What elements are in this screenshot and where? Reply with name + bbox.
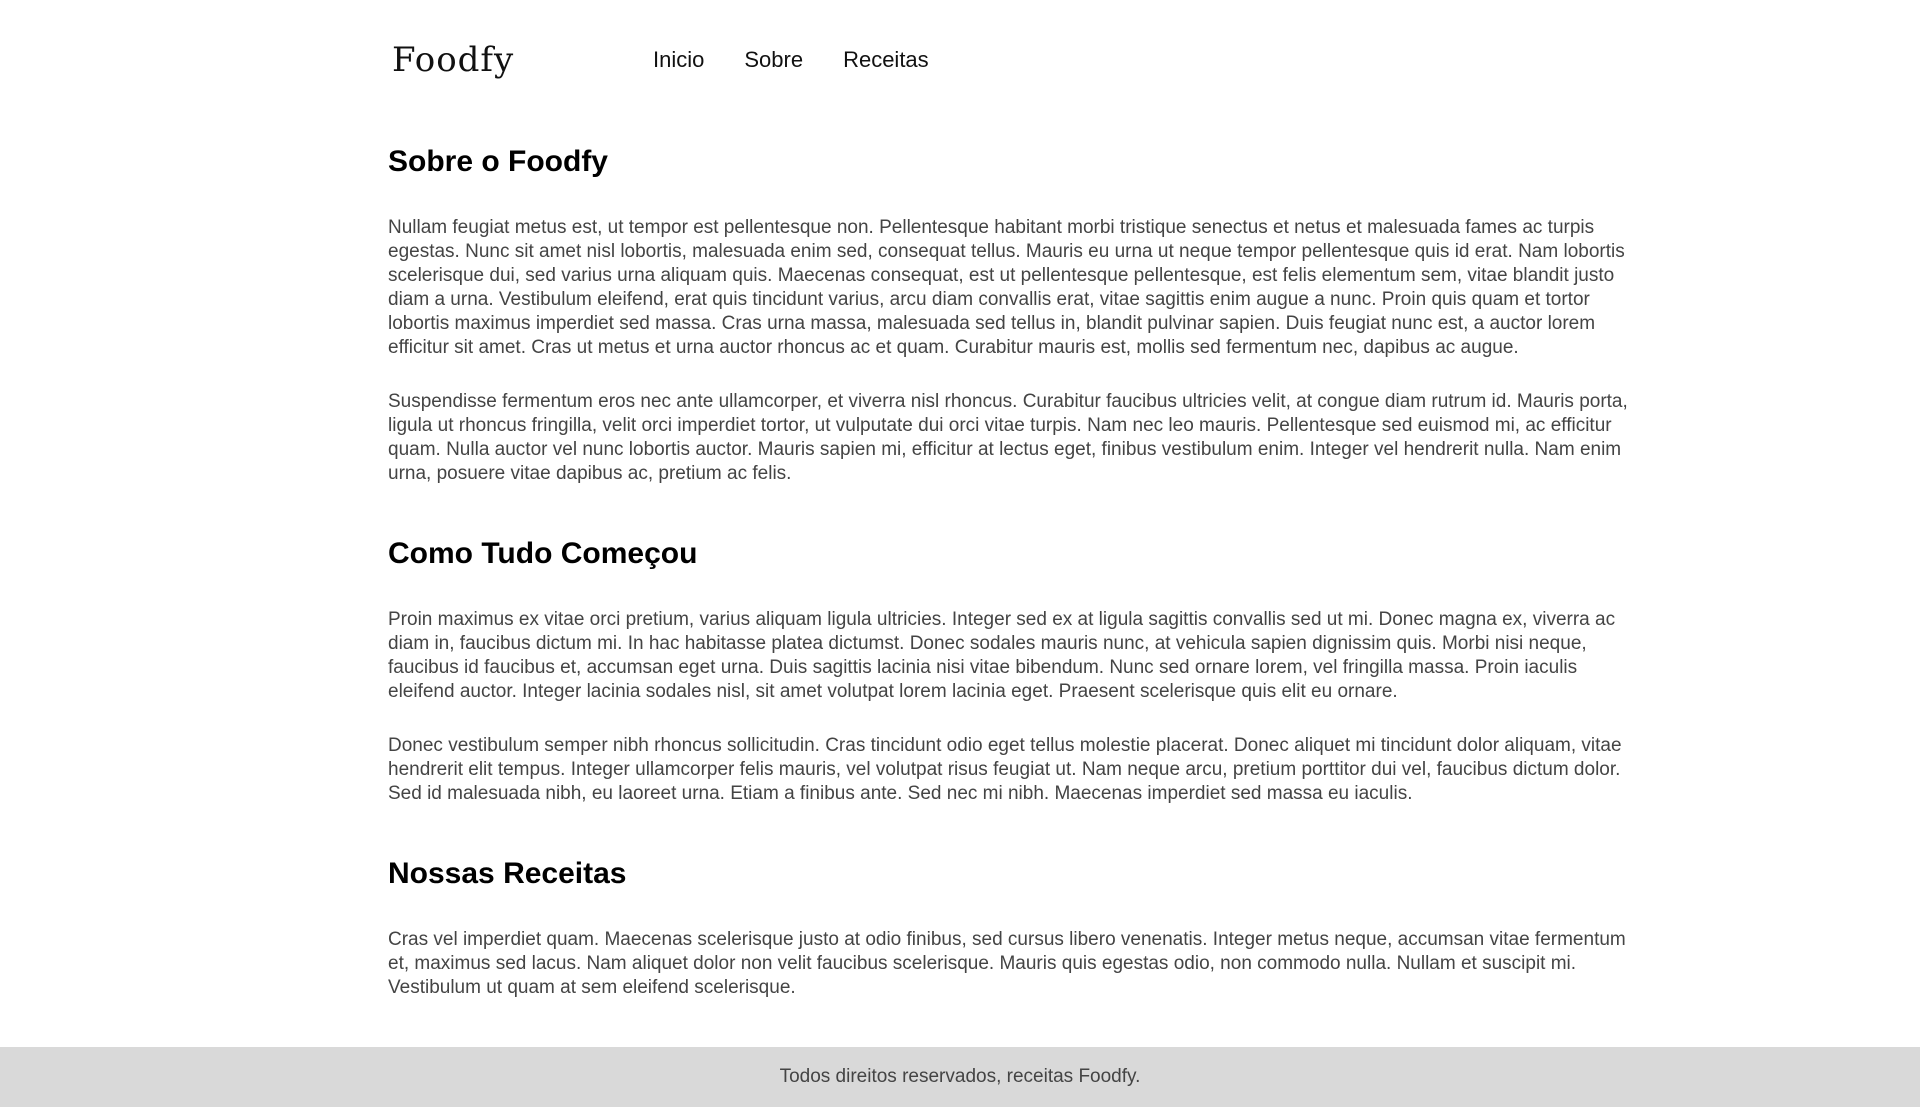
- site-logo[interactable]: Foodfy: [392, 36, 514, 84]
- nav-link-receitas[interactable]: Receitas: [843, 36, 929, 84]
- section-nossas-receitas: Nossas Receitas Cras vel imperdiet quam.…: [388, 850, 1638, 1000]
- section-como-tudo-comecou: Como Tudo Começou Proin maximus ex vitae…: [388, 530, 1638, 806]
- section-paragraph: Suspendisse fermentum eros nec ante ulla…: [388, 391, 1628, 484]
- section-title: Nossas Receitas: [388, 857, 627, 890]
- main-content: Sobre o Foodfy Nullam feugiat metus est,…: [388, 138, 1638, 1000]
- footer-text: Todos direitos reservados, receitas Food…: [779, 1066, 1141, 1087]
- section-title: Sobre o Foodfy: [388, 145, 608, 178]
- section-paragraph: Donec vestibulum semper nibh rhoncus sol…: [388, 735, 1622, 804]
- main-nav: Inicio Sobre Receitas: [653, 36, 969, 84]
- section-paragraph: Proin maximus ex vitae orci pretium, var…: [388, 609, 1616, 702]
- section-paragraph: Cras vel imperdiet quam. Maecenas sceler…: [388, 929, 1626, 998]
- site-footer: Todos direitos reservados, receitas Food…: [0, 1047, 1920, 1107]
- section-paragraph: Nullam feugiat metus est, ut tempor est …: [388, 217, 1625, 358]
- site-header: Foodfy Inicio Sobre Receitas: [392, 36, 1642, 88]
- section-title: Como Tudo Começou: [388, 537, 698, 570]
- page: Foodfy Inicio Sobre Receitas Sobre o Foo…: [0, 0, 1920, 1107]
- nav-link-inicio[interactable]: Inicio: [653, 36, 704, 84]
- section-sobre-o-foodfy: Sobre o Foodfy Nullam feugiat metus est,…: [388, 138, 1638, 486]
- nav-link-sobre[interactable]: Sobre: [744, 36, 803, 84]
